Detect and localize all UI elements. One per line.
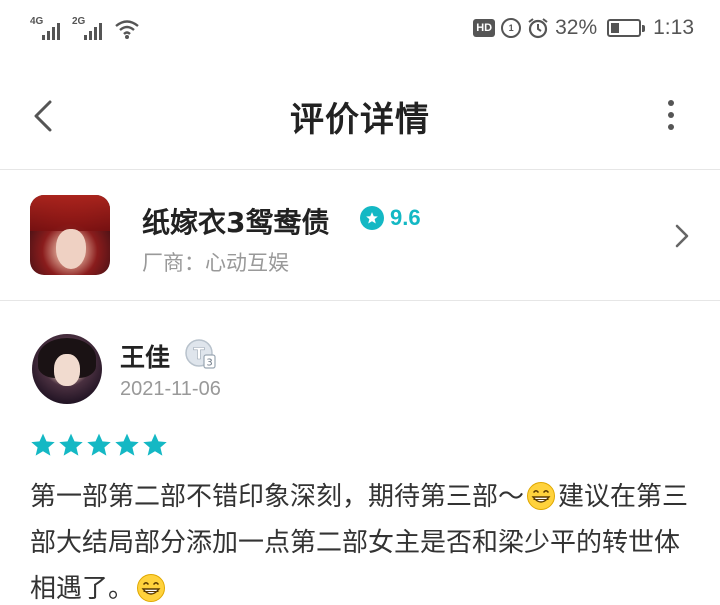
level-badge-icon: T 3 xyxy=(185,339,216,369)
svg-text:3: 3 xyxy=(206,358,212,369)
app-icon xyxy=(30,195,110,275)
page-title: 评价详情 xyxy=(290,100,430,140)
review-text: 第一部第二部不错印象深刻，期待第三部～ 建议在第三部大结局部分添加一点第二部女主是… xyxy=(30,474,694,605)
avatar[interactable] xyxy=(32,334,102,404)
review-date: 2021-11-06 xyxy=(120,378,221,400)
star-icon xyxy=(87,433,111,456)
more-vertical-icon[interactable] xyxy=(666,100,676,130)
grinning-emoji-icon xyxy=(527,482,556,510)
chevron-right-icon xyxy=(675,224,689,248)
developer-name: 心动互娱 xyxy=(205,251,289,275)
wifi-icon xyxy=(115,20,139,39)
svg-text:T: T xyxy=(194,344,205,363)
status-left: 4G 2G xyxy=(30,16,140,40)
rating-star-icon xyxy=(360,206,384,230)
top-app-bar: 评价详情 xyxy=(0,62,720,170)
star-icon xyxy=(31,433,55,456)
signal-icon: 4G xyxy=(30,16,64,40)
developer-label: 厂商： xyxy=(142,251,205,275)
developer-line: 厂商：心动互娱 xyxy=(142,247,289,277)
battery-icon xyxy=(607,19,646,37)
app-info-card[interactable]: 纸嫁衣3鸳鸯债 9.6 厂商：心动互娱 xyxy=(0,171,720,301)
app-rating: 9.6 xyxy=(360,205,421,231)
review-text-part-1: 第一部第二部不错印象深刻，期待第三部～ xyxy=(30,482,525,512)
app-name: 纸嫁衣3鸳鸯债 xyxy=(142,206,330,239)
battery-percent: 32% xyxy=(555,16,598,39)
star-icon xyxy=(115,433,139,456)
star-rating xyxy=(30,432,168,458)
star-icon xyxy=(59,433,83,456)
status-bar: 4G 2G HD 1 32% 1:13 xyxy=(0,0,720,62)
reviewer-name[interactable]: 王佳 xyxy=(120,338,170,374)
alarm-icon xyxy=(528,18,548,39)
rating-value: 9.6 xyxy=(390,205,421,230)
battery-fill xyxy=(611,23,620,33)
signal-icon: 2G xyxy=(72,16,106,40)
review-card: 王佳 T 3 2021-11-06 第一部第二部不错印象深刻，期待第三部～ 建议在… xyxy=(0,302,720,605)
status-right: HD 1 32% 1:13 xyxy=(473,16,694,40)
star-icon xyxy=(143,433,167,456)
grinning-emoji-icon xyxy=(137,574,166,602)
hd-icon: HD xyxy=(473,19,496,37)
data-saver-icon: 1 xyxy=(501,18,522,38)
clock: 1:13 xyxy=(653,16,694,39)
